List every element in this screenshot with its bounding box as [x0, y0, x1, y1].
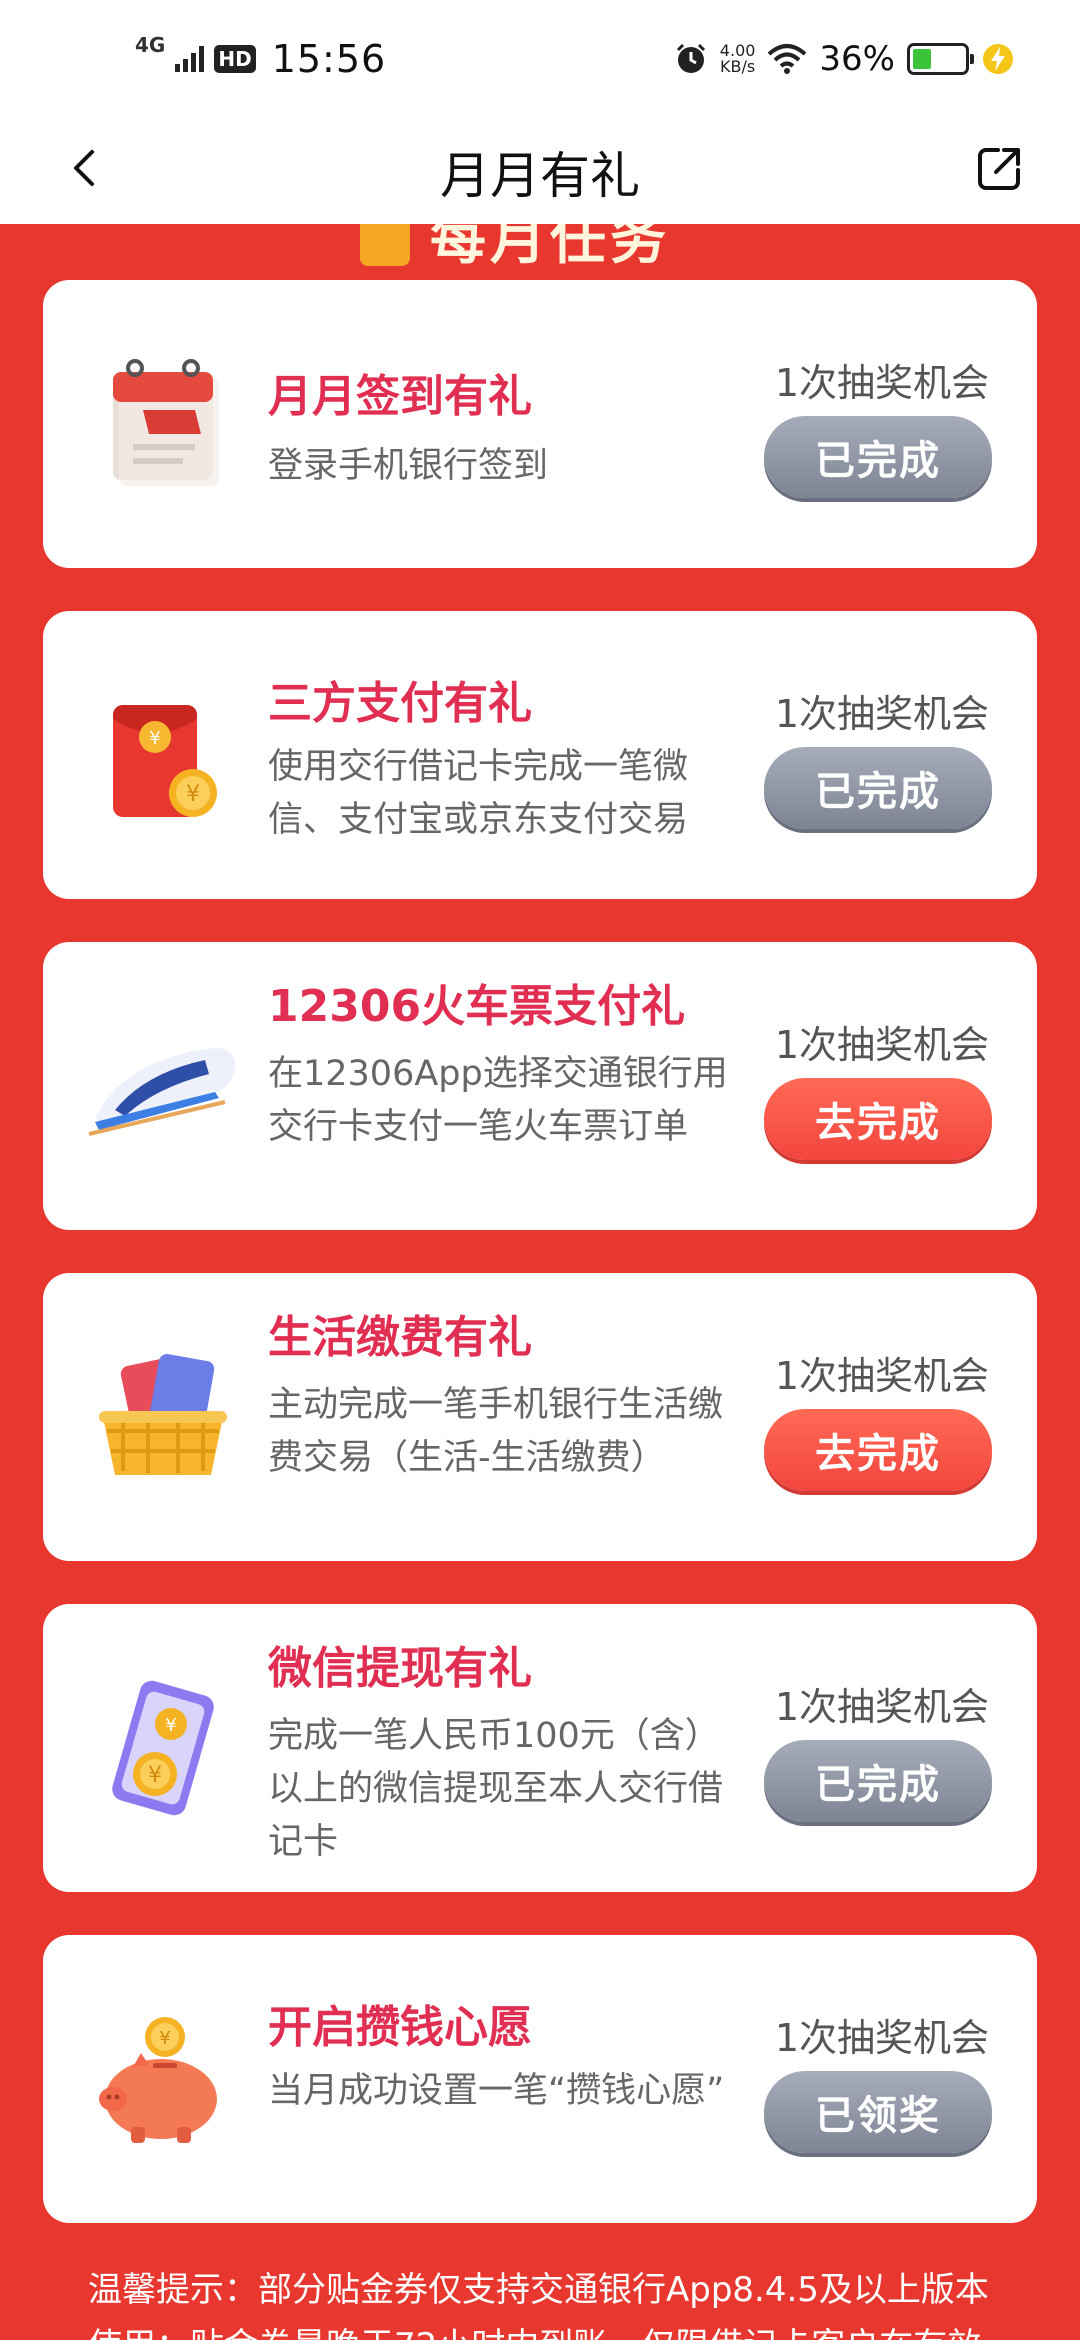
- network-type: 4G: [135, 33, 166, 57]
- task-desc: 完成一笔人民币100元（含）以上的微信提现至本人交行借记卡: [268, 1716, 724, 1862]
- task-card: 生活缴费有礼 主动完成一笔手机银行生活缴费交易（生活-生活缴费） 1次抽奖机会 …: [43, 1273, 1037, 1561]
- speed-unit: KB/s: [720, 57, 756, 76]
- calendar-sign-in-icon: [113, 359, 219, 486]
- task-card: ¥ 开启攒钱心愿 当月成功设置一笔“攒钱心愿” 1次抽奖机会 已领奖: [43, 1935, 1037, 2223]
- battery-percent: 36%: [819, 39, 895, 79]
- task-title: 三方支付有礼: [268, 678, 532, 729]
- svg-text:¥: ¥: [186, 782, 200, 807]
- task-desc: 主动完成一笔手机银行生活缴费交易（生活-生活缴费）: [268, 1385, 724, 1478]
- wifi-icon: [768, 44, 807, 74]
- nav-bar: 月月有礼: [0, 118, 1080, 224]
- task-title: 月月签到有礼: [268, 371, 532, 422]
- task-chance: 1次抽奖机会: [774, 1023, 989, 1067]
- section-title: 每月任务: [430, 224, 670, 272]
- network-speed: 4.00 KB/s: [720, 43, 756, 75]
- piggy-bank-icon: ¥: [99, 2017, 217, 2143]
- hd-badge: HD: [214, 45, 256, 73]
- task-claimed-button[interactable]: 已领奖: [764, 2071, 992, 2153]
- task-card: ¥ ¥ 三方支付有礼 使用交行借记卡完成一笔微信、支付宝或京东支付交易 1次抽奖…: [43, 611, 1037, 899]
- share-icon[interactable]: [972, 140, 1028, 196]
- task-title: 微信提现有礼: [268, 1643, 532, 1694]
- task-desc: 在12306App选择交通银行用交行卡支付一笔火车票订单: [268, 1054, 728, 1147]
- task-go-button[interactable]: 去完成: [764, 1078, 992, 1160]
- section-header: 每月任务: [0, 224, 1080, 274]
- red-envelope-icon: ¥ ¥: [113, 705, 217, 817]
- task-done-button[interactable]: 已完成: [764, 416, 992, 498]
- task-title: 生活缴费有礼: [268, 1312, 532, 1363]
- charging-icon: [983, 44, 1013, 74]
- task-title: 开启攒钱心愿: [268, 2002, 532, 2053]
- task-done-button[interactable]: 已完成: [764, 747, 992, 829]
- basket-cards-icon: [99, 1354, 227, 1475]
- page-title: 月月有礼: [440, 147, 640, 205]
- warm-tip: 温馨提示：部分贴金券仅支持交通银行App8.4.5及以上版本使用；贴金券最晚于7…: [88, 2270, 989, 2340]
- status-bar: 4G HD 15:56 4.00 KB/s 36%: [0, 0, 1080, 118]
- alarm-icon: [676, 43, 705, 73]
- task-chance: 1次抽奖机会: [774, 1354, 989, 1398]
- status-left: 4G HD 15:56: [135, 32, 386, 86]
- task-desc: 登录手机银行签到: [268, 446, 549, 486]
- svg-text:¥: ¥: [159, 2028, 170, 2049]
- battery-icon: [907, 43, 974, 75]
- status-time: 15:56: [271, 37, 387, 81]
- task-card: 12306火车票支付礼 在12306App选择交通银行用交行卡支付一笔火车票订单…: [43, 942, 1037, 1230]
- task-desc: 当月成功设置一笔“攒钱心愿”: [268, 2071, 725, 2111]
- task-chance: 1次抽奖机会: [774, 2016, 989, 2060]
- train-icon: [88, 1048, 235, 1136]
- phone-coins-icon: ¥ ¥: [112, 1680, 214, 1816]
- svg-text:¥: ¥: [165, 1715, 176, 1736]
- svg-text:¥: ¥: [148, 1763, 162, 1788]
- svg-text:¥: ¥: [149, 728, 160, 749]
- task-chance: 1次抽奖机会: [774, 692, 989, 736]
- signal-icon: [175, 46, 205, 72]
- task-card: ¥ ¥ 微信提现有礼 完成一笔人民币100元（含）以上的微信提现至本人交行借记卡…: [43, 1604, 1037, 1892]
- task-title: 12306火车票支付礼: [268, 981, 686, 1032]
- task-chance: 1次抽奖机会: [774, 361, 989, 405]
- gift-bag-icon: [360, 224, 410, 266]
- status-right: 4.00 KB/s 36%: [674, 34, 1015, 84]
- task-go-button[interactable]: 去完成: [764, 1409, 992, 1491]
- task-chance: 1次抽奖机会: [774, 1685, 989, 1729]
- task-done-button[interactable]: 已完成: [764, 1740, 992, 1822]
- task-desc: 使用交行借记卡完成一笔微信、支付宝或京东支付交易: [268, 747, 689, 840]
- task-card: 月月签到有礼 登录手机银行签到 1次抽奖机会 已完成: [43, 280, 1037, 568]
